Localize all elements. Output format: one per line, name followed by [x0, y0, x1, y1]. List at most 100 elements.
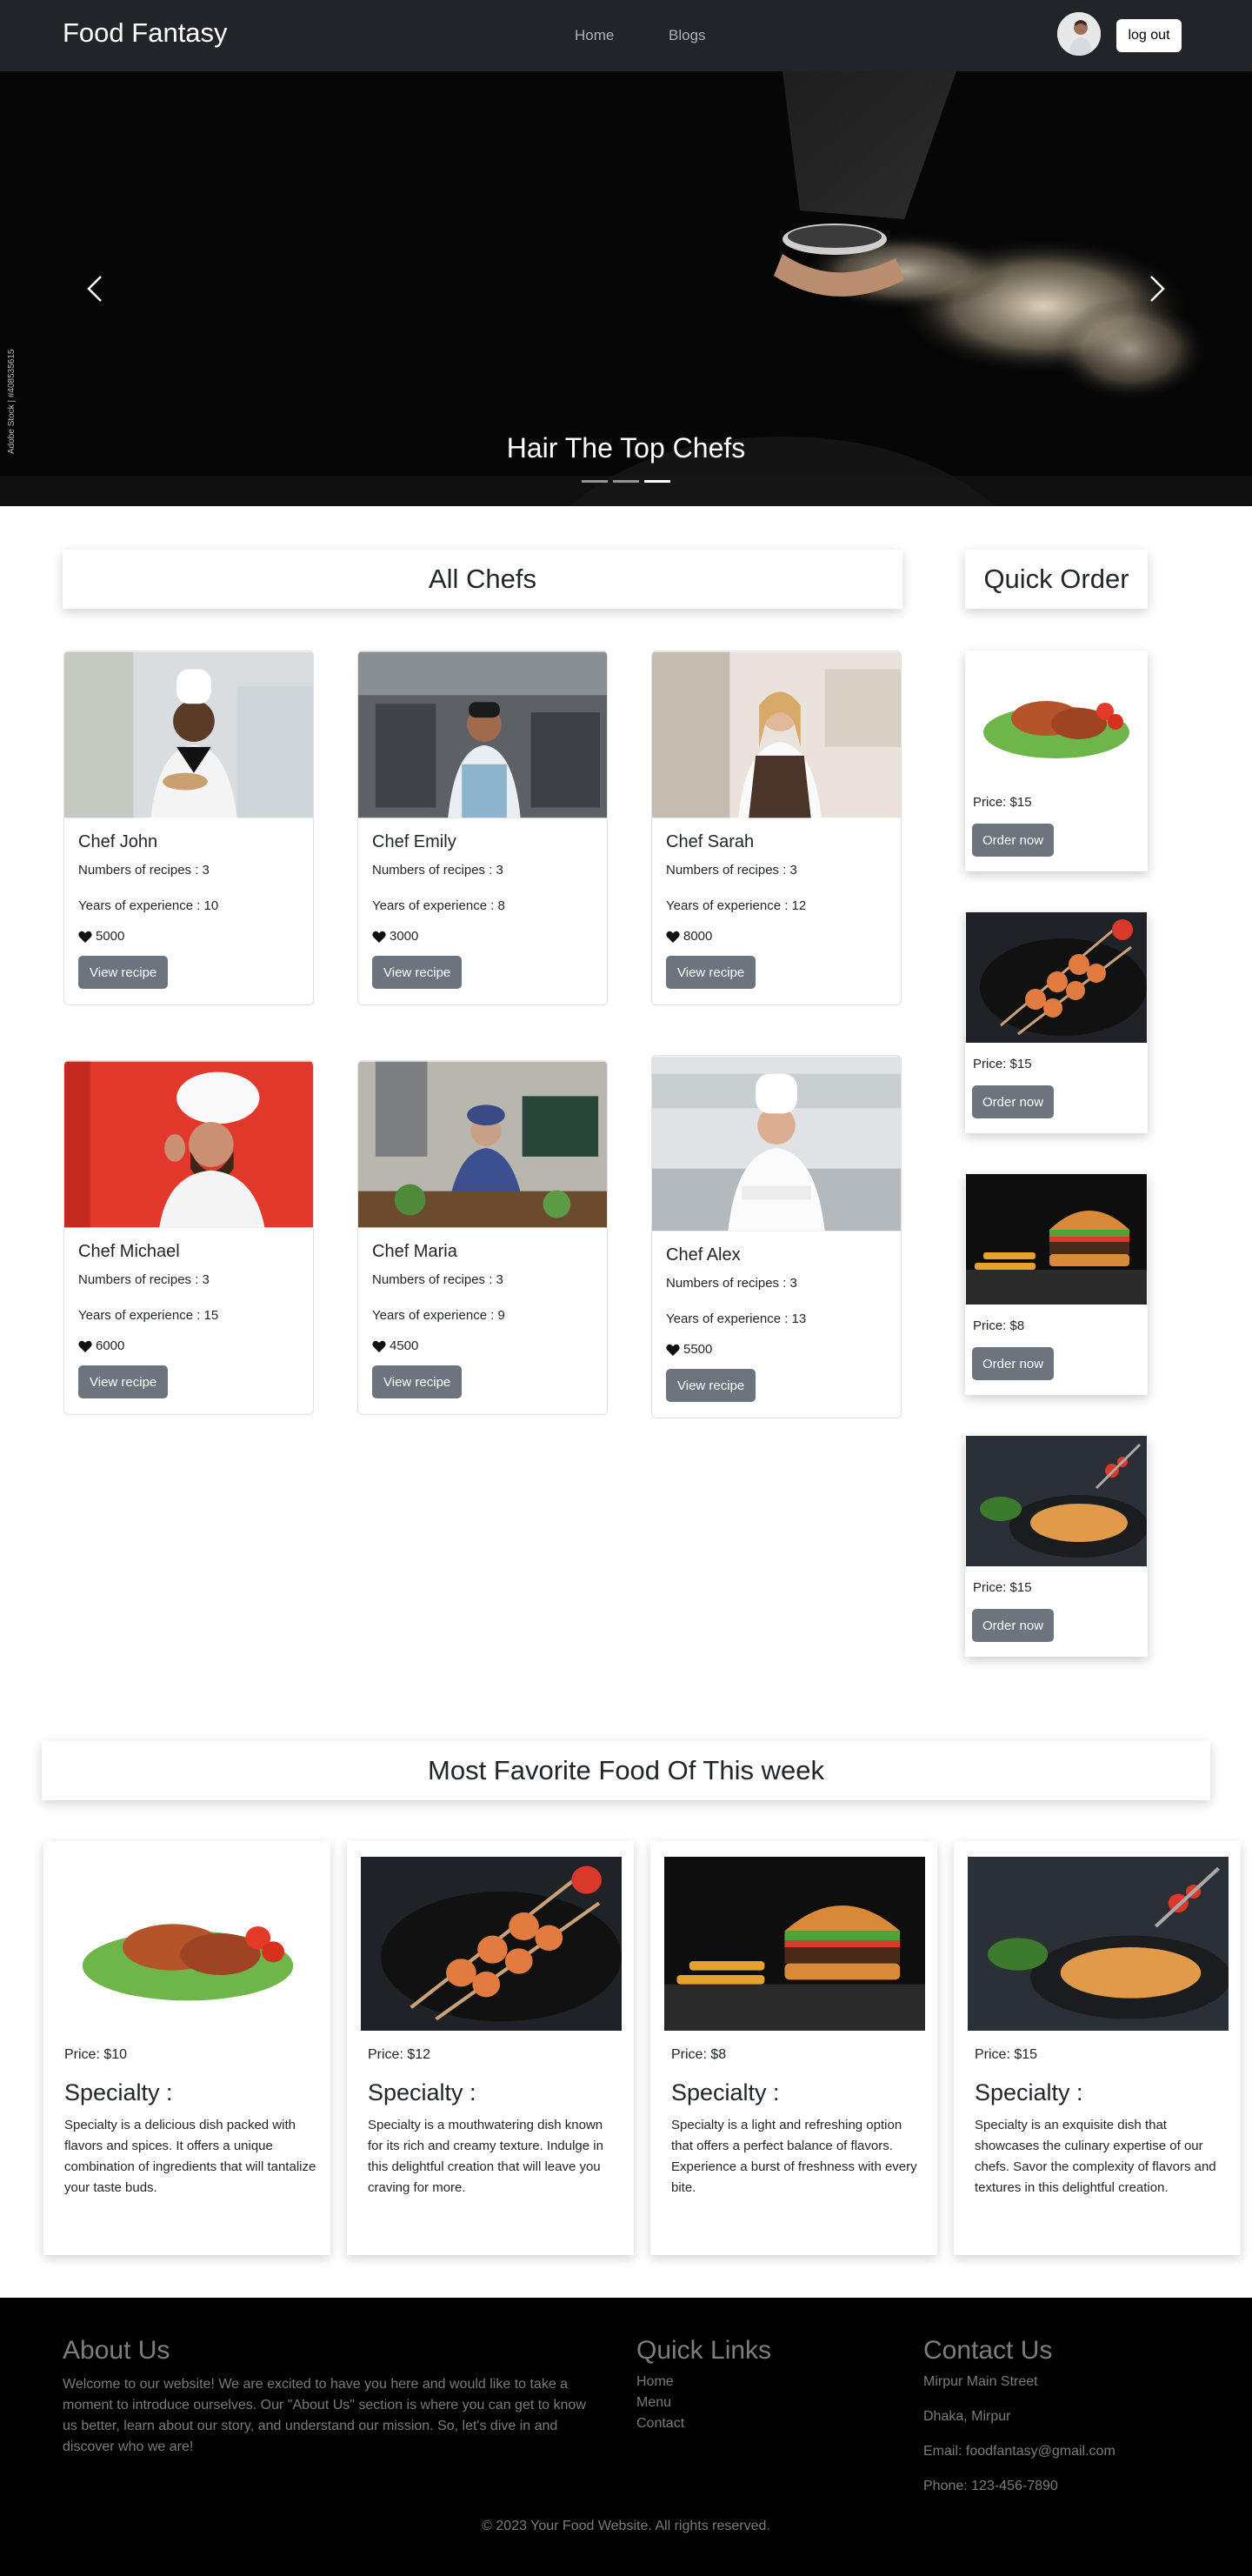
- brand-logo[interactable]: Food Fantasy: [63, 17, 228, 49]
- heart-icon: [666, 1344, 680, 1356]
- chef-recipes: Numbers of recipes : 3: [78, 1272, 210, 1287]
- heart-icon: [78, 1340, 92, 1352]
- stock-watermark: Adobe Stock | #408535615: [7, 349, 17, 454]
- view-recipe-button[interactable]: View recipe: [78, 1365, 169, 1398]
- about-us-title: About Us: [63, 2336, 170, 2365]
- nav-home-link[interactable]: Home: [575, 27, 614, 44]
- contact-phone: Phone: 123-456-7890: [923, 2479, 1058, 2493]
- navbar: Food Fantasy Home Blogs log out: [0, 0, 1252, 71]
- view-recipe-button[interactable]: View recipe: [372, 956, 463, 989]
- order-now-button[interactable]: Order now: [972, 824, 1055, 857]
- chef-likes-count: 4500: [390, 1338, 419, 1353]
- footer-link-menu[interactable]: Menu: [636, 2395, 671, 2411]
- logout-button[interactable]: log out: [1116, 19, 1182, 52]
- food-image: [966, 912, 1147, 1043]
- chef-recipes: Numbers of recipes : 3: [372, 863, 503, 878]
- food-image: [664, 1857, 925, 2031]
- chef-likes-count: 3000: [390, 929, 419, 944]
- chef-likes: 5000: [78, 929, 299, 944]
- contact-city: Dhaka, Mirpur: [923, 2409, 1011, 2424]
- chevron-left-icon: [87, 276, 102, 302]
- hero-carousel: Hair The Top Chefs Adobe Stock | #408535…: [0, 71, 1252, 506]
- food-title: Specialty :: [975, 2079, 1083, 2106]
- chef-card: Chef Emily Numbers of recipes : 3 Years …: [357, 651, 608, 1005]
- heart-icon: [372, 931, 386, 943]
- food-price: Price: $8: [671, 2047, 727, 2062]
- chef-likes: 8000: [666, 929, 887, 944]
- view-recipe-button[interactable]: View recipe: [78, 956, 169, 989]
- food-description: Specialty is a delicious dish packed wit…: [64, 2118, 316, 2195]
- heart-icon: [666, 931, 680, 943]
- carousel-indicator-2[interactable]: [613, 480, 639, 483]
- about-us-text: Welcome to our website! We are excited t…: [63, 2377, 586, 2454]
- food-price: Price: $10: [64, 2047, 128, 2062]
- chef-photo: [358, 1061, 607, 1228]
- quick-links-title: Quick Links: [636, 2336, 772, 2365]
- order-now-button[interactable]: Order now: [972, 1347, 1055, 1380]
- hero-caption: Hair The Top Chefs: [506, 432, 746, 464]
- chef-card: Chef Maria Numbers of recipes : 3 Years …: [357, 1060, 608, 1415]
- chef-name: Chef Emily: [372, 832, 456, 851]
- food-price: Price: $12: [368, 2047, 431, 2062]
- chef-photo: [64, 651, 313, 818]
- chef-experience: Years of experience : 15: [78, 1308, 219, 1323]
- quick-order-heading: Quick Order: [965, 550, 1148, 609]
- food-title: Specialty :: [671, 2079, 780, 2106]
- chef-experience: Years of experience : 8: [372, 898, 505, 913]
- quick-order-card: Price: $8 Order now: [965, 1174, 1148, 1395]
- carousel-next-button[interactable]: [1139, 271, 1174, 306]
- contact-address: Mirpur Main Street: [923, 2374, 1038, 2389]
- view-recipe-button[interactable]: View recipe: [372, 1365, 463, 1398]
- footer-link-home[interactable]: Home: [636, 2374, 674, 2390]
- carousel-prev-button[interactable]: [78, 271, 113, 306]
- footer-link-contact[interactable]: Contact: [636, 2416, 684, 2432]
- contact-email: Email: foodfantasy@gmail.com: [923, 2444, 1115, 2459]
- chef-experience: Years of experience : 12: [666, 898, 807, 913]
- chef-likes: 6000: [78, 1338, 299, 1353]
- order-price: Price: $15: [973, 795, 1032, 810]
- order-now-button[interactable]: Order now: [972, 1085, 1055, 1118]
- chef-card: Chef Alex Numbers of recipes : 3 Years o…: [651, 1055, 902, 1418]
- favorite-food-heading: Most Favorite Food Of This week: [42, 1741, 1210, 1800]
- carousel-indicator-3[interactable]: [644, 480, 670, 483]
- chef-card: Chef John Numbers of recipes : 3 Years o…: [63, 651, 314, 1005]
- chef-name: Chef John: [78, 832, 158, 851]
- chef-card: Chef Michael Numbers of recipes : 3 Year…: [63, 1060, 314, 1415]
- chef-photo: [64, 1061, 313, 1228]
- user-avatar[interactable]: [1057, 12, 1101, 56]
- quick-order-card: Price: $15 Order now: [965, 651, 1148, 871]
- quick-order-card: Price: $15 Order now: [965, 912, 1148, 1133]
- chef-experience: Years of experience : 10: [78, 898, 219, 913]
- chef-recipes: Numbers of recipes : 3: [78, 863, 210, 878]
- food-image: [966, 1174, 1147, 1305]
- chef-recipes: Numbers of recipes : 3: [372, 1272, 503, 1287]
- food-image: [968, 1857, 1229, 2031]
- chef-recipes: Numbers of recipes : 3: [666, 1276, 797, 1291]
- copyright: © 2023 Your Food Website. All rights res…: [482, 2519, 770, 2533]
- chef-likes: 5500: [666, 1342, 887, 1357]
- food-description: Specialty is a mouthwatering dish known …: [368, 2118, 603, 2195]
- favorite-food-card: Price: $8 Specialty : Specialty is a lig…: [650, 1841, 937, 2255]
- carousel-indicator-1[interactable]: [582, 480, 608, 483]
- view-recipe-button[interactable]: View recipe: [666, 1369, 756, 1402]
- view-recipe-button[interactable]: View recipe: [666, 956, 756, 989]
- food-image: [966, 651, 1147, 781]
- chevron-right-icon: [1150, 276, 1165, 302]
- food-title: Specialty :: [64, 2079, 173, 2106]
- nav-blogs-link[interactable]: Blogs: [669, 27, 706, 44]
- heart-icon: [78, 931, 92, 943]
- chef-photo: [358, 651, 607, 818]
- chef-photo: [652, 1056, 901, 1231]
- favorite-food-card: Price: $10 Specialty : Specialty is a de…: [43, 1841, 330, 2255]
- food-image: [57, 1857, 318, 2031]
- chef-likes-count: 8000: [683, 929, 713, 944]
- chef-photo: [652, 651, 901, 818]
- footer: About Us Welcome to our website! We are …: [0, 2298, 1252, 2576]
- contact-us-title: Contact Us: [923, 2336, 1053, 2365]
- chef-likes-count: 5000: [96, 929, 125, 944]
- all-chefs-heading: All Chefs: [63, 550, 902, 609]
- food-price: Price: $15: [975, 2047, 1038, 2062]
- favorite-food-card: Price: $15 Specialty : Specialty is an e…: [954, 1841, 1241, 2255]
- order-now-button[interactable]: Order now: [972, 1609, 1055, 1642]
- heart-icon: [372, 1340, 386, 1352]
